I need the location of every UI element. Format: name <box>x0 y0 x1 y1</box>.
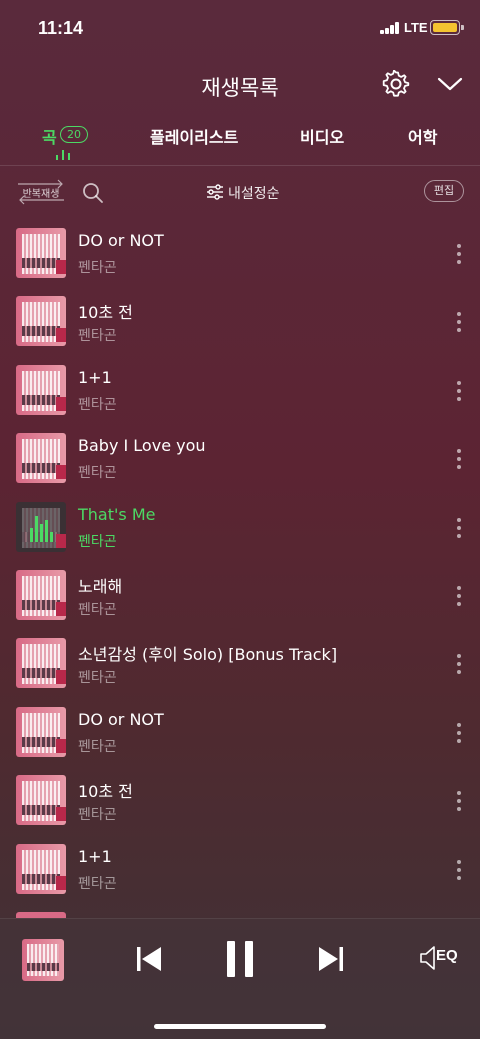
song-row[interactable]: 10초 전펜타곤 <box>0 290 480 358</box>
song-row[interactable]: That's Me 펜타곤 <box>0 496 480 564</box>
tab-playlists[interactable]: 플레이리스트 <box>150 124 238 148</box>
song-title: 1+1 <box>78 367 112 387</box>
previous-icon[interactable] <box>134 943 164 975</box>
repeat-label: 반복재생 <box>22 189 60 200</box>
album-art <box>16 843 66 894</box>
song-artist: 펜타곤 <box>78 807 117 824</box>
now-playing-album-art[interactable] <box>22 939 64 981</box>
song-title: 소년감성 (후이 Solo) [Bonus Track] <box>78 645 338 665</box>
song-title: 10초 전 <box>78 782 133 802</box>
tab-label: 곡 <box>42 128 57 147</box>
tab-videos[interactable]: 비디오 <box>300 124 344 148</box>
song-artist: 펜타곤 <box>78 670 117 687</box>
song-title: DO or NOT <box>78 231 164 250</box>
song-title: 1+1 <box>78 846 112 866</box>
mini-player: EQ <box>0 918 480 1039</box>
battery-icon <box>430 20 464 35</box>
status-bar: 11:14 LTE <box>0 0 480 58</box>
album-art <box>16 706 66 757</box>
more-icon[interactable] <box>454 380 464 403</box>
song-row[interactable]: 1+1 펜타곤 <box>0 359 480 427</box>
song-row[interactable]: DO or NOT 펜타곤 <box>0 222 480 290</box>
more-icon[interactable] <box>454 449 464 471</box>
more-icon[interactable] <box>454 859 464 882</box>
tab-bar: 곡 20 플레이리스트 비디오 어학 <box>0 122 480 162</box>
song-artist: 펜타곤 <box>78 465 117 482</box>
song-row[interactable]: DO or NOT 펜타곤 <box>0 701 480 769</box>
more-icon[interactable] <box>454 312 464 334</box>
gear-icon[interactable] <box>382 70 410 98</box>
song-artist: 펜타곤 <box>78 396 117 413</box>
song-row[interactable]: Baby I Love you 펜타곤 <box>0 427 480 495</box>
now-playing-icon <box>30 514 54 542</box>
divider <box>0 165 480 166</box>
more-icon[interactable] <box>454 586 464 608</box>
song-title: DO or NOT <box>78 709 164 729</box>
album-art <box>16 501 66 552</box>
song-artist: 펜타곤 <box>78 602 117 618</box>
album-art <box>16 433 66 484</box>
song-title: 10초 전 <box>78 303 133 323</box>
network-type: LTE <box>404 20 428 35</box>
song-artist: 펜타곤 <box>78 738 117 755</box>
sliders-icon <box>207 184 223 200</box>
sort-label: 내설정순 <box>228 186 280 202</box>
tab-songs[interactable]: 곡 20 <box>40 122 90 162</box>
header: 재생목록 <box>0 58 480 112</box>
song-artist: 펜타곤 <box>78 875 117 892</box>
pause-icon[interactable] <box>224 939 256 979</box>
more-icon[interactable] <box>454 517 464 540</box>
signal-icon <box>380 22 402 34</box>
album-art <box>16 570 66 620</box>
album-art <box>16 296 66 347</box>
eq-label: EQ <box>436 947 458 964</box>
more-icon[interactable] <box>454 244 464 266</box>
more-icon[interactable] <box>454 654 464 676</box>
repeat-button[interactable]: 반복재생 <box>16 178 66 206</box>
now-playing-icon <box>56 150 72 160</box>
tab-language[interactable]: 어학 <box>408 124 437 148</box>
chevron-down-icon[interactable] <box>436 72 464 96</box>
next-icon[interactable] <box>316 943 346 975</box>
album-art <box>16 228 66 278</box>
more-icon[interactable] <box>454 722 464 745</box>
album-art <box>16 638 66 689</box>
speaker-icon <box>420 946 435 970</box>
search-icon[interactable] <box>82 182 104 204</box>
song-row[interactable]: 노래해펜타곤 <box>0 564 480 632</box>
song-title: Baby I Love you <box>78 436 206 456</box>
song-row[interactable]: 10초 전펜타곤 <box>0 769 480 837</box>
song-title: That's Me <box>78 504 156 524</box>
home-indicator[interactable] <box>154 1024 326 1029</box>
song-artist: 펜타곤 <box>78 328 117 345</box>
song-count-badge: 20 <box>60 126 88 143</box>
album-art <box>16 775 66 826</box>
toolbar: 반복재생 내설정순 편집 <box>0 172 480 212</box>
edit-button[interactable]: 편집 <box>424 180 464 202</box>
eq-button[interactable]: EQ <box>418 943 460 973</box>
status-time: 11:14 <box>38 18 84 38</box>
album-art <box>16 364 66 415</box>
song-artist: 펜타곤 <box>78 260 117 276</box>
song-row[interactable]: 1+1 펜타곤 <box>0 838 480 906</box>
song-row[interactable]: 소년감성 (후이 Solo) [Bonus Track] 펜타곤 <box>0 632 480 700</box>
song-title: 노래해 <box>78 577 123 596</box>
song-artist: 펜타곤 <box>78 533 117 550</box>
more-icon[interactable] <box>454 791 464 813</box>
